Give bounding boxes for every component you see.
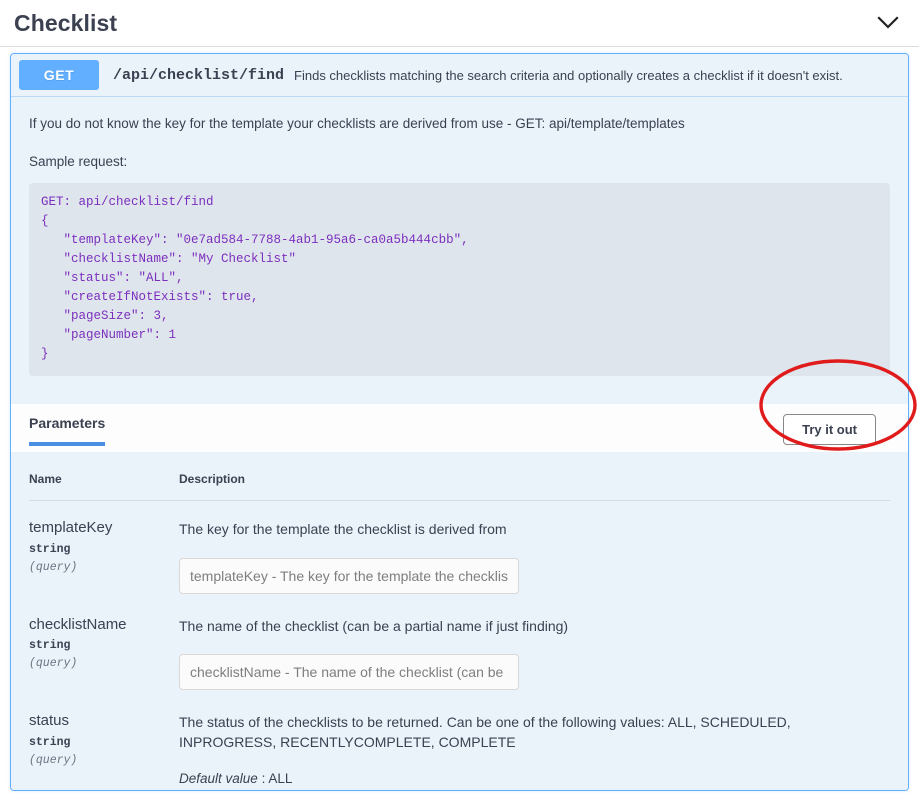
tag-header[interactable]: Checklist bbox=[0, 0, 919, 47]
parameter-default-value: ALL bbox=[268, 770, 293, 786]
parameter-location: (query) bbox=[29, 753, 78, 767]
table-row: templateKey string (query) The key for t… bbox=[29, 501, 890, 598]
parameter-description-cell: The name of the checklist (can be a part… bbox=[179, 598, 890, 694]
chevron-down-icon[interactable] bbox=[873, 8, 903, 38]
table-header-row: Name Description bbox=[29, 468, 890, 502]
parameter-description-cell: The status of the checklists to be retur… bbox=[179, 694, 890, 790]
description-note: If you do not know the key for the templ… bbox=[29, 116, 685, 131]
parameter-description-cell: The key for the template the checklist i… bbox=[179, 501, 890, 598]
table-row: status string (query) The status of the … bbox=[29, 694, 890, 790]
checklistname-input[interactable] bbox=[179, 653, 519, 690]
parameter-type: string bbox=[29, 639, 71, 653]
sample-request-code: GET: api/checklist/find { "templateKey":… bbox=[29, 182, 890, 376]
parameter-name-cell: status string (query) bbox=[29, 694, 179, 790]
operation-description: If you do not know the key for the templ… bbox=[11, 96, 908, 405]
parameter-type: string bbox=[29, 543, 71, 557]
parameter-default-label: Default value bbox=[179, 770, 258, 786]
tab-parameters[interactable]: Parameters bbox=[29, 416, 106, 446]
parameter-name: status bbox=[29, 711, 70, 729]
parameter-description: The name of the checklist (can be a part… bbox=[179, 617, 569, 634]
templatekey-input[interactable] bbox=[179, 557, 519, 594]
parameter-location: (query) bbox=[29, 561, 78, 575]
operation-summary[interactable]: GET /api/checklist/find Finds checklists… bbox=[11, 54, 908, 96]
http-method-badge: GET bbox=[19, 60, 99, 90]
operation-summary-text: Finds checklists matching the search cri… bbox=[294, 67, 843, 83]
table-row: checklistName string (query) The name of… bbox=[29, 598, 890, 694]
column-header-description: Description bbox=[179, 468, 890, 502]
parameter-type: string bbox=[29, 735, 71, 749]
parameters-section: Name Description templateKey string (que… bbox=[11, 452, 908, 790]
operation-path: /api/checklist/find bbox=[113, 66, 285, 84]
try-it-out-button[interactable]: Try it out bbox=[783, 414, 876, 446]
column-header-name: Name bbox=[29, 468, 179, 502]
parameters-table: Name Description templateKey string (que… bbox=[29, 468, 890, 789]
parameter-description: The status of the checklists to be retur… bbox=[179, 713, 791, 751]
sample-request-label: Sample request: bbox=[29, 153, 128, 169]
parameter-description: The key for the template the checklist i… bbox=[179, 521, 507, 538]
parameters-table-body: templateKey string (query) The key for t… bbox=[29, 501, 890, 790]
operation-block: GET /api/checklist/find Finds checklists… bbox=[10, 53, 909, 791]
parameter-name: templateKey bbox=[29, 519, 113, 537]
parameter-name: checklistName bbox=[29, 615, 127, 633]
parameter-location: (query) bbox=[29, 657, 78, 671]
page-title: Checklist bbox=[14, 9, 118, 36]
parameter-name-cell: checklistName string (query) bbox=[29, 598, 179, 694]
parameter-name-cell: templateKey string (query) bbox=[29, 501, 179, 598]
parameter-default: Default value : ALL bbox=[179, 770, 293, 786]
operation-tabs: Parameters Try it out bbox=[11, 404, 908, 453]
